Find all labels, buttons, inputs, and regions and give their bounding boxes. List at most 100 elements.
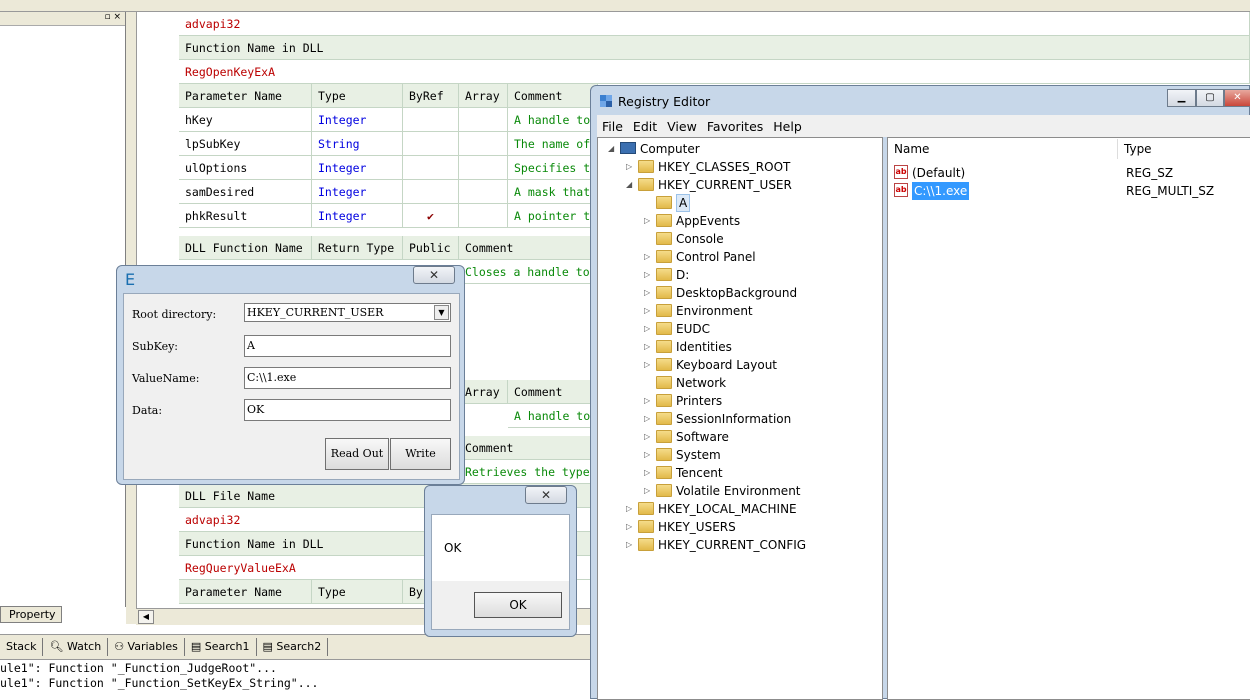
tree-node[interactable]: ◢ HKEY_CURRENT_USER [598,176,878,194]
col-type[interactable]: Type [1118,139,1250,159]
ok-button[interactable]: OK [474,592,562,618]
param-type[interactable]: Integer [312,156,403,180]
registry-tree[interactable]: ◢ Computer ▷ HKEY_CLASSES_ROOT ◢ HKEY_CURRENT… [597,137,883,700]
tab-property[interactable]: Property [0,606,62,623]
fn-comment[interactable]: Retrieves the type [459,460,598,484]
tree-node[interactable]: ▷ Tencent [598,464,878,482]
root-directory-select[interactable]: HKEY_CURRENT_USER ▼ [244,303,451,322]
read-out-button[interactable]: Read Out [325,438,389,470]
collapsed-arrow-icon[interactable]: ▷ [644,284,650,302]
param-byref[interactable] [403,156,459,180]
collapsed-arrow-icon[interactable]: ▷ [626,518,632,536]
param-comment[interactable]: A handle to [508,404,598,428]
param-comment[interactable]: A handle to [508,108,598,132]
tree-node[interactable]: ▷ D: [598,266,878,284]
left-panel-buttons[interactable]: ▫ × [0,12,125,26]
tab-watch[interactable]: 🔍︎ Watch [43,638,109,656]
expanded-arrow-icon[interactable]: ◢ [608,140,614,158]
collapsed-arrow-icon[interactable]: ▷ [644,464,650,482]
collapsed-arrow-icon[interactable]: ▷ [644,248,650,266]
fn-comment[interactable]: Closes a handle to [459,260,598,284]
param-comment[interactable]: Specifies t [508,156,598,180]
menu-file[interactable]: File [597,119,628,134]
expanded-arrow-icon[interactable]: ◢ [626,176,632,194]
tree-node[interactable]: ▷ Software [598,428,878,446]
param-byref[interactable] [403,108,459,132]
tab-stack[interactable]: Stack [0,638,44,656]
scroll-left-icon[interactable]: ◀ [138,610,154,624]
param-array[interactable] [459,156,508,180]
collapsed-arrow-icon[interactable]: ▷ [644,392,650,410]
menu-favorites[interactable]: Favorites [702,119,768,134]
tree-node[interactable]: ▷ Identities [598,338,878,356]
param-array[interactable] [459,204,508,228]
param-type[interactable]: Integer [312,108,403,132]
tree-node-computer[interactable]: ◢ Computer [598,140,878,158]
collapsed-arrow-icon[interactable]: ▷ [626,536,632,554]
valuename-field[interactable]: C:\\1.exe [244,367,451,389]
tree-node[interactable]: ▷ Volatile Environment [598,482,878,500]
tree-node[interactable]: ▷ HKEY_CLASSES_ROOT [598,158,878,176]
tree-node[interactable]: A [598,194,878,212]
tree-node[interactable]: ▷ HKEY_USERS [598,518,878,536]
tree-node[interactable]: ▷ DesktopBackground [598,284,878,302]
tree-node[interactable]: ▷ AppEvents [598,212,878,230]
tree-node[interactable]: ▷ SessionInformation [598,410,878,428]
collapsed-arrow-icon[interactable]: ▷ [644,356,650,374]
param-byref[interactable] [403,132,459,156]
collapsed-arrow-icon[interactable]: ▷ [644,302,650,320]
param-byref[interactable] [403,180,459,204]
write-button[interactable]: Write [390,438,451,470]
tree-node[interactable]: Network [598,374,878,392]
param-comment[interactable]: A mask that [508,180,598,204]
param-type[interactable]: Integer [312,180,403,204]
maximize-icon[interactable]: ▢ [1196,89,1224,107]
param-comment[interactable]: A pointer t [508,204,598,228]
tree-node[interactable]: ▷ System [598,446,878,464]
collapsed-arrow-icon[interactable]: ▷ [644,482,650,500]
chevron-down-icon[interactable]: ▼ [434,305,449,320]
param-array[interactable] [459,180,508,204]
collapsed-arrow-icon[interactable]: ▷ [644,212,650,230]
close-icon[interactable]: ✕ [1224,89,1250,107]
param-type[interactable]: Integer [312,204,403,228]
menu-view[interactable]: View [662,119,702,134]
menu-help[interactable]: Help [768,119,807,134]
value-row[interactable]: ab C:\\1.exe REG_MULTI_SZ [894,182,1244,200]
minimize-icon[interactable]: ▁ [1167,89,1196,107]
param-array[interactable] [459,132,508,156]
tree-node[interactable]: ▷ Environment [598,302,878,320]
fn-in-dll-name[interactable]: RegOpenKeyExA [179,60,1250,84]
subkey-field[interactable]: A [244,335,451,357]
param-comment[interactable]: The name of [508,132,598,156]
collapsed-arrow-icon[interactable]: ▷ [644,428,650,446]
close-icon[interactable]: ✕ [413,266,455,284]
menu-edit[interactable]: Edit [628,119,662,134]
collapsed-arrow-icon[interactable]: ▷ [644,410,650,428]
tree-node[interactable]: ▷ EUDC [598,320,878,338]
col-name[interactable]: Name [888,139,1118,159]
param-name[interactable]: phkResult [179,204,312,228]
param-array[interactable] [459,108,508,132]
tree-node[interactable]: ▷ Control Panel [598,248,878,266]
tree-node[interactable]: ▷ HKEY_CURRENT_CONFIG [598,536,878,554]
dll-name[interactable]: advapi32 [179,12,1250,36]
close-icon[interactable]: ✕ [525,486,567,504]
tab-search1[interactable]: ▤ Search1 [185,638,257,656]
tree-node[interactable]: Console [598,230,878,248]
data-field[interactable]: OK [244,399,451,421]
tab-variables[interactable]: ⚇ Variables [108,638,185,656]
collapsed-arrow-icon[interactable]: ▷ [644,266,650,284]
collapsed-arrow-icon[interactable]: ▷ [644,320,650,338]
tree-node[interactable]: ▷ HKEY_LOCAL_MACHINE [598,500,878,518]
collapsed-arrow-icon[interactable]: ▷ [644,446,650,464]
byref-check-icon[interactable]: ✔ [403,204,459,228]
tree-node[interactable]: ▷ Keyboard Layout [598,356,878,374]
tab-search2[interactable]: ▤ Search2 [257,638,329,656]
collapsed-arrow-icon[interactable]: ▷ [626,158,632,176]
tree-node[interactable]: ▷ Printers [598,392,878,410]
param-type[interactable]: String [312,132,403,156]
param-name[interactable]: ulOptions [179,156,312,180]
collapsed-arrow-icon[interactable]: ▷ [644,338,650,356]
value-row[interactable]: ab (Default) REG_SZ [894,164,1244,182]
